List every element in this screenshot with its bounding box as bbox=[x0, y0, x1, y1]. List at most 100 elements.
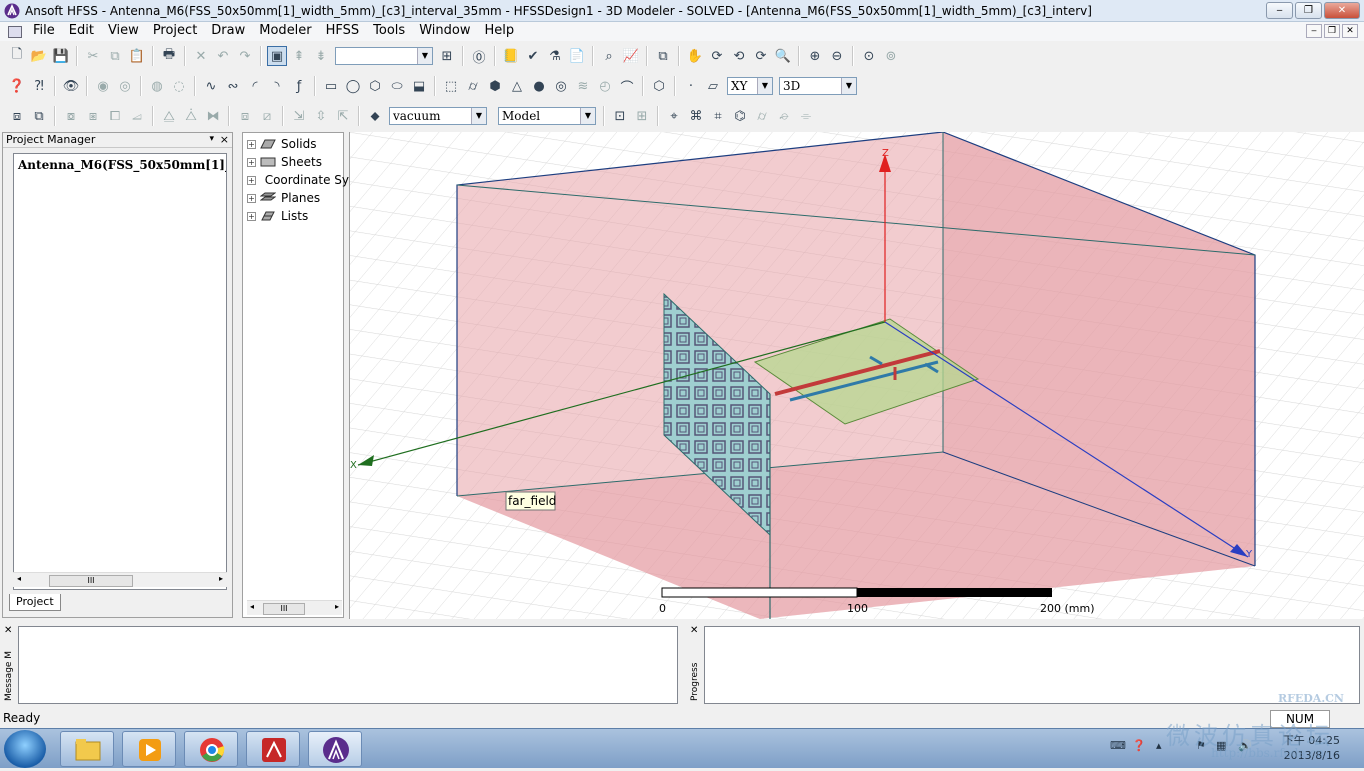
copy-icon[interactable]: ⧉ bbox=[105, 46, 125, 66]
flag-tray-icon[interactable]: ⚑ bbox=[1196, 739, 1206, 752]
relative-cs-icon[interactable]: ⊞ bbox=[632, 106, 652, 126]
draw-region-icon[interactable]: ⬓ bbox=[409, 76, 429, 96]
model-combo[interactable]: Model ▼ bbox=[498, 107, 596, 125]
cs-rotated-icon[interactable]: ⌮ bbox=[774, 106, 794, 126]
chrome-taskbar-icon[interactable] bbox=[184, 731, 238, 767]
move-icon[interactable]: ⇲ bbox=[289, 106, 309, 126]
tree-item-sheets[interactable]: + Sheets bbox=[243, 153, 343, 171]
draw-polygon-icon[interactable]: ⬡ bbox=[365, 76, 385, 96]
draw-equation-icon[interactable]: ƒ bbox=[289, 76, 309, 96]
tree-scroll-thumb[interactable]: III bbox=[263, 603, 305, 615]
network-tray-icon[interactable]: ▦ bbox=[1216, 739, 1226, 752]
separate-icon[interactable]: ⧡ bbox=[127, 106, 147, 126]
zoom-out-icon[interactable]: ⊖ bbox=[827, 46, 847, 66]
draw-ellipse-icon[interactable]: ⬭ bbox=[387, 76, 407, 96]
menu-tools[interactable]: Tools bbox=[366, 22, 412, 41]
draw-rectangle-icon[interactable]: ▭ bbox=[321, 76, 341, 96]
fit-all-icon[interactable]: ⊙ bbox=[859, 46, 879, 66]
acrobat-taskbar-icon[interactable] bbox=[246, 731, 300, 767]
arrow-tray-icon[interactable]: ▴ bbox=[1156, 739, 1162, 752]
plane-icon[interactable]: ⏥ bbox=[703, 76, 723, 96]
material-combo[interactable]: vacuum ▼ bbox=[389, 107, 487, 125]
dimension-combo[interactable]: 3D ▼ bbox=[779, 77, 857, 95]
tab-project[interactable]: Project bbox=[9, 594, 61, 611]
check-icon[interactable]: ✔ bbox=[523, 46, 543, 66]
thicken-icon[interactable]: ⧄ bbox=[257, 106, 277, 126]
sweep-icon[interactable]: ⧈ bbox=[235, 106, 255, 126]
move-up-icon[interactable]: ⇞ bbox=[289, 46, 309, 66]
panel-close-icon[interactable]: × bbox=[220, 133, 229, 147]
explorer-taskbar-icon[interactable] bbox=[60, 731, 114, 767]
face-cs-icon[interactable]: ⌖ bbox=[664, 106, 684, 126]
create-region-icon[interactable]: ⬡ bbox=[649, 76, 669, 96]
draw-cylinder-icon[interactable]: ⌭ bbox=[463, 76, 483, 96]
maximize-button[interactable]: ❐ bbox=[1295, 2, 1322, 19]
validate-icon[interactable]: ⓪ bbox=[469, 46, 489, 66]
select-mode-icon[interactable]: ▣ bbox=[267, 46, 287, 66]
menu-modeler[interactable]: Modeler bbox=[252, 22, 318, 41]
mirror-icon[interactable]: ⧓ bbox=[203, 106, 223, 126]
field-overlay-icon[interactable]: ⌕ bbox=[599, 46, 619, 66]
clock-time[interactable]: 下午 04:25 bbox=[1283, 732, 1340, 748]
pin-icon[interactable]: ▾ bbox=[209, 132, 214, 146]
progress-close-icon[interactable]: ✕ bbox=[690, 625, 698, 636]
menu-window[interactable]: Window bbox=[412, 22, 477, 41]
undo-icon[interactable]: ↶ bbox=[213, 46, 233, 66]
project-node[interactable]: Antenna_M6(FSS_50x50mm[1]_width_5mm) bbox=[14, 154, 226, 172]
draw-spiral-icon[interactable]: ◴ bbox=[595, 76, 615, 96]
help-tray-icon[interactable]: ❓ bbox=[1132, 739, 1146, 752]
draw-sphere-icon[interactable]: ● bbox=[529, 76, 549, 96]
close-button[interactable]: ✕ bbox=[1324, 2, 1360, 19]
cut-icon[interactable]: ✂ bbox=[83, 46, 103, 66]
copy-image-icon[interactable]: ⧉ bbox=[653, 46, 673, 66]
menu-edit[interactable]: Edit bbox=[62, 22, 101, 41]
new-file-icon[interactable]: 🗋 bbox=[7, 46, 27, 66]
hide-icon[interactable]: ◉ bbox=[93, 76, 113, 96]
draw-spline-icon[interactable]: ∾ bbox=[223, 76, 243, 96]
progress-pane[interactable] bbox=[704, 626, 1360, 704]
cs-both-icon[interactable]: ⌭ bbox=[752, 106, 772, 126]
tree-item-solids[interactable]: + Solids bbox=[243, 135, 343, 153]
draw-box-icon[interactable]: ⬚ bbox=[441, 76, 461, 96]
intersect-icon[interactable]: ⧇ bbox=[61, 106, 81, 126]
keyboard-icon[interactable]: ⌨ bbox=[1110, 739, 1126, 752]
hfss-taskbar-icon[interactable] bbox=[308, 731, 362, 767]
point-icon[interactable]: · bbox=[681, 76, 701, 96]
duplicate-around-axis-icon[interactable]: ⧊ bbox=[181, 106, 201, 126]
minimize-button[interactable]: ‒ bbox=[1266, 2, 1293, 19]
zoom-icon[interactable]: 🔍 bbox=[773, 46, 793, 66]
move-down-icon[interactable]: ⇟ bbox=[311, 46, 331, 66]
duplicate-along-line-icon[interactable]: ⧋ bbox=[159, 106, 179, 126]
media-player-taskbar-icon[interactable] bbox=[122, 731, 176, 767]
subtract-icon[interactable]: ⧉ bbox=[29, 106, 49, 126]
3d-viewport[interactable]: X Z Y far_field 0 100 200 (mm) bbox=[349, 132, 1364, 619]
report-icon[interactable]: 📄 bbox=[567, 46, 587, 66]
cs-rotate-icon[interactable]: ⌬ bbox=[730, 106, 750, 126]
project-tree-scrollbar[interactable]: ◂ III ▸ bbox=[13, 572, 227, 587]
save-icon[interactable]: 💾 bbox=[51, 46, 71, 66]
menu-project[interactable]: Project bbox=[146, 22, 204, 41]
unite-icon[interactable]: ⧈ bbox=[7, 106, 27, 126]
cs-offset-icon[interactable]: ⌗ bbox=[708, 106, 728, 126]
model-canvas[interactable]: X Z Y far_field 0 100 200 (mm) bbox=[350, 132, 1364, 619]
scale-icon[interactable]: ⇱ bbox=[333, 106, 353, 126]
draw-regular-polyhedron-icon[interactable]: ⬢ bbox=[485, 76, 505, 96]
show-all-icon[interactable]: ◎ bbox=[115, 76, 135, 96]
tree-icon[interactable]: ⊞ bbox=[437, 46, 457, 66]
scroll-thumb[interactable]: III bbox=[49, 575, 133, 587]
material-icon[interactable]: ⬥ bbox=[365, 106, 385, 126]
rotate-object-icon[interactable]: ⇳ bbox=[311, 106, 331, 126]
rotate-screen-icon[interactable]: ⟳ bbox=[751, 46, 771, 66]
draw-arc-icon[interactable]: ◜ bbox=[245, 76, 265, 96]
imprint-icon[interactable]: ⧠ bbox=[105, 106, 125, 126]
message-close-icon[interactable]: ✕ bbox=[4, 625, 12, 636]
menu-view[interactable]: View bbox=[101, 22, 146, 41]
draw-helix-icon[interactable]: ≋ bbox=[573, 76, 593, 96]
document-icon[interactable] bbox=[8, 25, 22, 38]
context-help-icon[interactable]: ⁈ bbox=[29, 76, 49, 96]
message-manager-pane[interactable] bbox=[18, 626, 678, 704]
show-icon[interactable]: 👁 bbox=[61, 76, 81, 96]
draw-circle-icon[interactable]: ◯ bbox=[343, 76, 363, 96]
tree-item-coordinate-systems[interactable]: + Coordinate Systems bbox=[243, 171, 385, 189]
tree-item-lists[interactable]: + Lists bbox=[243, 207, 343, 225]
